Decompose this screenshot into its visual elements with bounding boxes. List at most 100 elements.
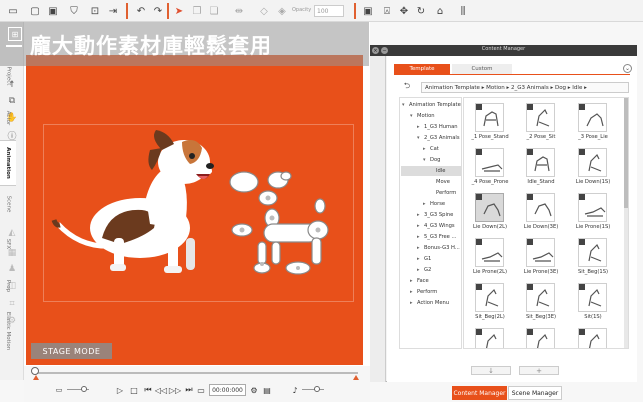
tree-node[interactable]: ▸ Cat (423, 144, 439, 154)
animation-item[interactable]: _2 Pose_Sit (516, 103, 566, 148)
timeline-track[interactable] (36, 372, 358, 374)
banner-accent-bar (6, 45, 22, 47)
tree-node[interactable]: ▸ 3_G3 Spine (417, 210, 453, 220)
tree-node[interactable]: ▸ 1_G3 Human (417, 122, 458, 132)
grid-icon[interactable]: ⫼ (456, 4, 470, 18)
download-button[interactable]: ↓ (471, 366, 511, 375)
align-icon[interactable]: ⇹ (232, 4, 246, 18)
grid-scrollbar-thumb[interactable] (624, 98, 628, 208)
animation-item[interactable]: Sit_Beg(3E) (516, 283, 566, 328)
add-button[interactable]: + (519, 366, 559, 375)
animation-item[interactable]: _4 Pose_Prone (465, 148, 515, 193)
tree-node[interactable]: ▸ Face (410, 276, 429, 286)
tree-node[interactable]: ▸ 4_G3 Wings (417, 221, 455, 231)
tree-node[interactable]: ▾ Dog (423, 155, 440, 165)
rotate-icon[interactable]: ↻ (414, 4, 428, 18)
tree-node[interactable]: ▸ Horse (423, 199, 445, 209)
timeline-start-marker[interactable] (33, 375, 39, 380)
animation-item[interactable]: Lie Prone(1S) (568, 193, 618, 238)
breadcrumb[interactable]: Animation Template ▸ Motion ▸ 2_G3 Anima… (421, 82, 629, 93)
tree-node[interactable]: ▾ 2_G3 Animals (417, 133, 460, 143)
animation-item-selected[interactable]: Lie Down(2L) (465, 193, 515, 238)
tree-node[interactable]: ▸ G2 (417, 265, 431, 275)
settings-gear-icon[interactable]: ⚙ (249, 384, 259, 396)
timeline-playhead[interactable] (31, 367, 39, 375)
animation-item[interactable]: _3 Pose_Lie (568, 103, 618, 148)
side-tab-project[interactable]: Project (0, 56, 16, 96)
paste-icon[interactable]: ❏ (207, 4, 221, 18)
flip-icon[interactable]: ◇ (257, 4, 271, 18)
timeline-end-marker[interactable] (353, 375, 359, 380)
collapse-chevron-icon[interactable]: ⌄ (623, 64, 632, 73)
animation-item[interactable]: Idle_Stand (516, 148, 566, 193)
speed-slider-knob[interactable] (81, 386, 87, 392)
save-icon[interactable]: ▣ (46, 4, 60, 18)
minimize-icon[interactable]: − (381, 47, 388, 54)
volume-slider[interactable] (302, 389, 324, 390)
tree-node-selected[interactable]: Idle (401, 166, 461, 176)
copy-icon[interactable]: ❐ (190, 4, 204, 18)
side-tab-sfx[interactable]: SFX (0, 222, 16, 266)
chat-icon[interactable]: ▭ (54, 384, 64, 396)
tree-node[interactable]: ▸ Action Menu (410, 298, 449, 308)
tree-node[interactable]: ▸ Bonus-G3 H... (417, 243, 460, 253)
export-icon[interactable]: ⇥ (106, 4, 120, 18)
import-icon[interactable]: ⊡ (88, 4, 102, 18)
animation-item[interactable]: Lie Down(1S) (568, 148, 618, 193)
camera-icon[interactable]: ▣ (361, 4, 375, 18)
stop-icon[interactable]: □ (129, 384, 139, 396)
animation-item[interactable]: Sit_Beg(2L) (465, 283, 515, 328)
tree-node[interactable]: ▸ Perform (410, 287, 437, 297)
tree-node[interactable]: Perform (436, 188, 456, 198)
animation-item[interactable] (568, 328, 618, 348)
animation-item[interactable]: Sit(1S) (568, 283, 618, 328)
record-icon[interactable]: ▤ (262, 384, 272, 396)
mirror-icon[interactable]: ◈ (275, 4, 289, 18)
cart-icon[interactable]: ⛉ (67, 4, 81, 18)
volume-slider-knob[interactable] (314, 386, 320, 392)
move-icon[interactable]: ✥ (397, 4, 411, 18)
tree-node[interactable]: ▾ Animation Template (402, 100, 461, 110)
dog-character[interactable] (50, 128, 220, 276)
loop-icon[interactable]: ▭ (196, 384, 206, 396)
side-tab-scene[interactable]: Scene (0, 186, 16, 222)
tree-node[interactable]: ▾ Motion (410, 111, 435, 121)
animation-item[interactable]: _1 Pose_Stand (465, 103, 515, 148)
side-tab-elastic-motion[interactable]: Elastic Motion (0, 306, 16, 356)
tree-node[interactable]: ▸ 5_G3 Free ... (417, 232, 456, 242)
side-tab-animation[interactable]: Animation (0, 140, 16, 186)
time-display[interactable]: 00:00:000 (209, 384, 246, 396)
select-arrow-icon[interactable]: ➤ (172, 4, 186, 18)
previous-frame-icon[interactable]: ◁◁ (155, 384, 167, 396)
home-icon[interactable]: ⌂ (433, 4, 447, 18)
animation-item[interactable]: Lie Prone(2L) (465, 238, 515, 283)
animation-item[interactable]: Lie Prone(3E) (516, 238, 566, 283)
opacity-field[interactable]: 100 (314, 5, 344, 17)
animation-item[interactable]: Sit_Beg(1S) (568, 238, 618, 283)
tab-custom[interactable]: Custom (452, 64, 512, 74)
animation-item[interactable]: Lie Down(3E) (516, 193, 566, 238)
close-icon[interactable]: × (372, 47, 379, 54)
tab-content-manager[interactable]: Content Manager (452, 386, 507, 400)
undo-icon[interactable]: ↶ (134, 4, 148, 18)
new-project-icon[interactable]: ▭ (6, 4, 20, 18)
next-frame-icon[interactable]: ▷▷ (169, 384, 181, 396)
redo-icon[interactable]: ↷ (151, 4, 165, 18)
stage-mode-button[interactable]: STAGE MODE (31, 343, 112, 359)
volume-icon[interactable]: ♪ (290, 384, 300, 396)
animation-item[interactable] (516, 328, 566, 348)
animation-item[interactable] (465, 328, 515, 348)
tab-scene-manager[interactable]: Scene Manager (508, 386, 562, 400)
tab-template[interactable]: Template (394, 64, 450, 74)
back-icon[interactable]: ⮌ (401, 81, 413, 92)
side-tab-prop[interactable]: Prop (0, 266, 16, 306)
play-icon[interactable]: ▷ (115, 384, 125, 396)
tree-node[interactable]: ▸ G1 (417, 254, 431, 264)
side-tab-actor[interactable]: Actor (0, 96, 16, 140)
next-key-icon[interactable]: ⏭ (184, 384, 194, 396)
pin-icon[interactable]: ⍓ (380, 4, 394, 18)
open-folder-icon[interactable]: ▢ (28, 4, 42, 18)
previous-key-icon[interactable]: ⏮ (143, 384, 153, 396)
robot-dog-character[interactable] (228, 168, 336, 280)
tree-node[interactable]: Move (436, 177, 450, 187)
